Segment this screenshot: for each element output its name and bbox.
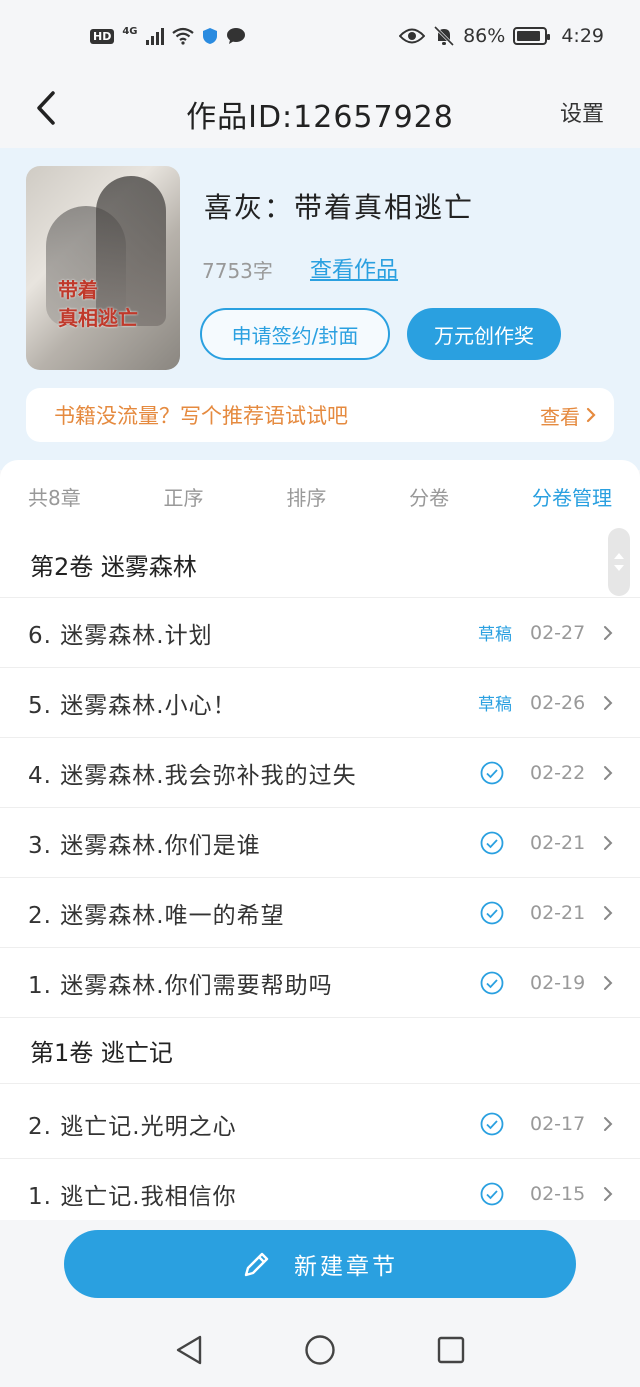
system-nav-bar [0,1312,640,1387]
chapter-title: 6. 迷雾森林.计划 [28,622,213,649]
chapter-title: 2. 迷雾森林.唯一的希望 [28,902,285,929]
chevron-right-icon [604,905,613,920]
chevron-right-icon [604,1186,613,1201]
battery-percent: 86% [463,25,506,47]
chevron-right-icon [604,1116,613,1131]
wifi-icon [171,27,194,45]
scroll-down-icon [614,565,624,571]
volume-header: 第2卷 迷雾森林 [0,532,640,598]
published-check-icon [480,971,504,994]
chapter-title: 1. 迷雾森林.你们需要帮助吗 [28,972,333,999]
chapter-row[interactable]: 6. 迷雾森林.计划 草稿 02-27 [0,598,640,668]
chapter-date: 02-21 [530,901,586,924]
chevron-right-icon [604,835,613,850]
nav-recents-icon[interactable] [436,1335,466,1365]
promo-view-link[interactable]: 查看 [540,401,596,430]
book-header: 带着 真相逃亡 喜灰：带着真相逃亡 7753字 查看作品 申请签约/封面 万元创作… [0,148,640,470]
apply-contract-button[interactable]: 申请签约/封面 [200,308,390,360]
chapter-date: 02-22 [530,761,586,784]
book-cover[interactable]: 带着 真相逃亡 [26,166,180,370]
promo-banner[interactable]: 书籍没流量？写个推荐语试试吧 查看 [26,388,614,442]
promo-view-label: 查看 [540,404,580,429]
eye-icon [399,28,426,44]
status-bar: HD 4G 86% 4:29 [0,0,640,72]
volume-header: 第1卷 逃亡记 [0,1018,640,1084]
sort-button[interactable]: 排序 [286,482,326,511]
chapter-row[interactable]: 1. 迷雾森林.你们需要帮助吗 02-19 [0,948,640,1018]
settings-button[interactable]: 设置 [560,96,604,128]
draft-badge: 草稿 [478,695,512,715]
chapter-row[interactable]: 4. 迷雾森林.我会弥补我的过失 02-22 [0,738,640,808]
published-check-icon [480,1182,504,1205]
message-icon [226,28,245,44]
chapter-date: 02-19 [530,971,586,994]
chapter-title: 4. 迷雾森林.我会弥补我的过失 [28,762,357,789]
scroll-handle[interactable] [608,528,630,596]
order-toggle[interactable]: 正序 [164,482,204,511]
published-check-icon [480,1112,504,1135]
chapter-title: 1. 逃亡记.我相信你 [28,1183,237,1210]
new-chapter-label: 新建章节 [294,1254,398,1280]
cover-title-art: 带着 真相逃亡 [58,278,138,330]
chapter-count: 共8章 [28,485,81,510]
view-work-link[interactable]: 查看作品 [310,252,398,284]
chapter-title: 3. 迷雾森林.你们是谁 [28,832,261,859]
creation-award-button[interactable]: 万元创作奖 [407,308,561,360]
new-chapter-button[interactable]: 新建章节 [64,1230,576,1298]
clock: 4:29 [561,25,604,47]
split-volume-button[interactable]: 分卷 [409,482,449,511]
published-check-icon [480,901,504,924]
chevron-right-icon [604,765,613,780]
chapter-row[interactable]: 1. 逃亡记.我相信你 02-15 [0,1159,640,1220]
chapter-date: 02-21 [530,831,586,854]
hd-badge: HD [90,28,115,44]
chapter-title: 2. 逃亡记.光明之心 [28,1113,237,1140]
book-title: 喜灰：带着真相逃亡 [204,191,475,224]
battery-icon [513,27,551,45]
published-check-icon [480,831,504,854]
chevron-right-icon [586,407,596,423]
pencil-icon [244,1252,269,1277]
page-title: 作品ID:12657928 [186,100,454,135]
chapter-row[interactable]: 2. 逃亡记.光明之心 02-17 [0,1089,640,1159]
top-nav: 作品ID:12657928 设置 [0,72,640,148]
chapter-row[interactable]: 2. 迷雾森林.唯一的希望 02-21 [0,878,640,948]
nav-home-icon[interactable] [304,1334,336,1366]
chapter-date: 02-27 [530,621,586,644]
volume-manage-button[interactable]: 分卷管理 [532,482,612,511]
signal-icon [145,27,164,45]
chevron-right-icon [604,625,613,640]
shield-icon [202,28,217,44]
chapter-row[interactable]: 3. 迷雾森林.你们是谁 02-21 [0,808,640,878]
published-check-icon [480,761,504,784]
draft-badge: 草稿 [478,625,512,645]
chapter-date: 02-15 [530,1182,586,1205]
chapter-list-panel: 共8章 正序 排序 分卷 分卷管理 第2卷 迷雾森林 6. 迷雾森林.计划 草稿… [0,460,640,1220]
chevron-right-icon [604,975,613,990]
chapter-date: 02-17 [530,1112,586,1135]
scroll-up-icon [614,553,624,559]
network-type: 4G [122,25,138,37]
nav-back-icon[interactable] [174,1334,204,1366]
mute-bell-icon [434,26,455,46]
chapter-title: 5. 迷雾森林.小心！ [28,692,237,719]
chapter-date: 02-26 [530,691,586,714]
word-count: 7753字 [202,259,273,283]
chapter-row[interactable]: 5. 迷雾森林.小心！ 草稿 02-26 [0,668,640,738]
list-toolbar: 共8章 正序 排序 分卷 分卷管理 [0,460,640,532]
chevron-right-icon [604,695,613,710]
promo-text: 书籍没流量？写个推荐语试试吧 [54,404,348,428]
